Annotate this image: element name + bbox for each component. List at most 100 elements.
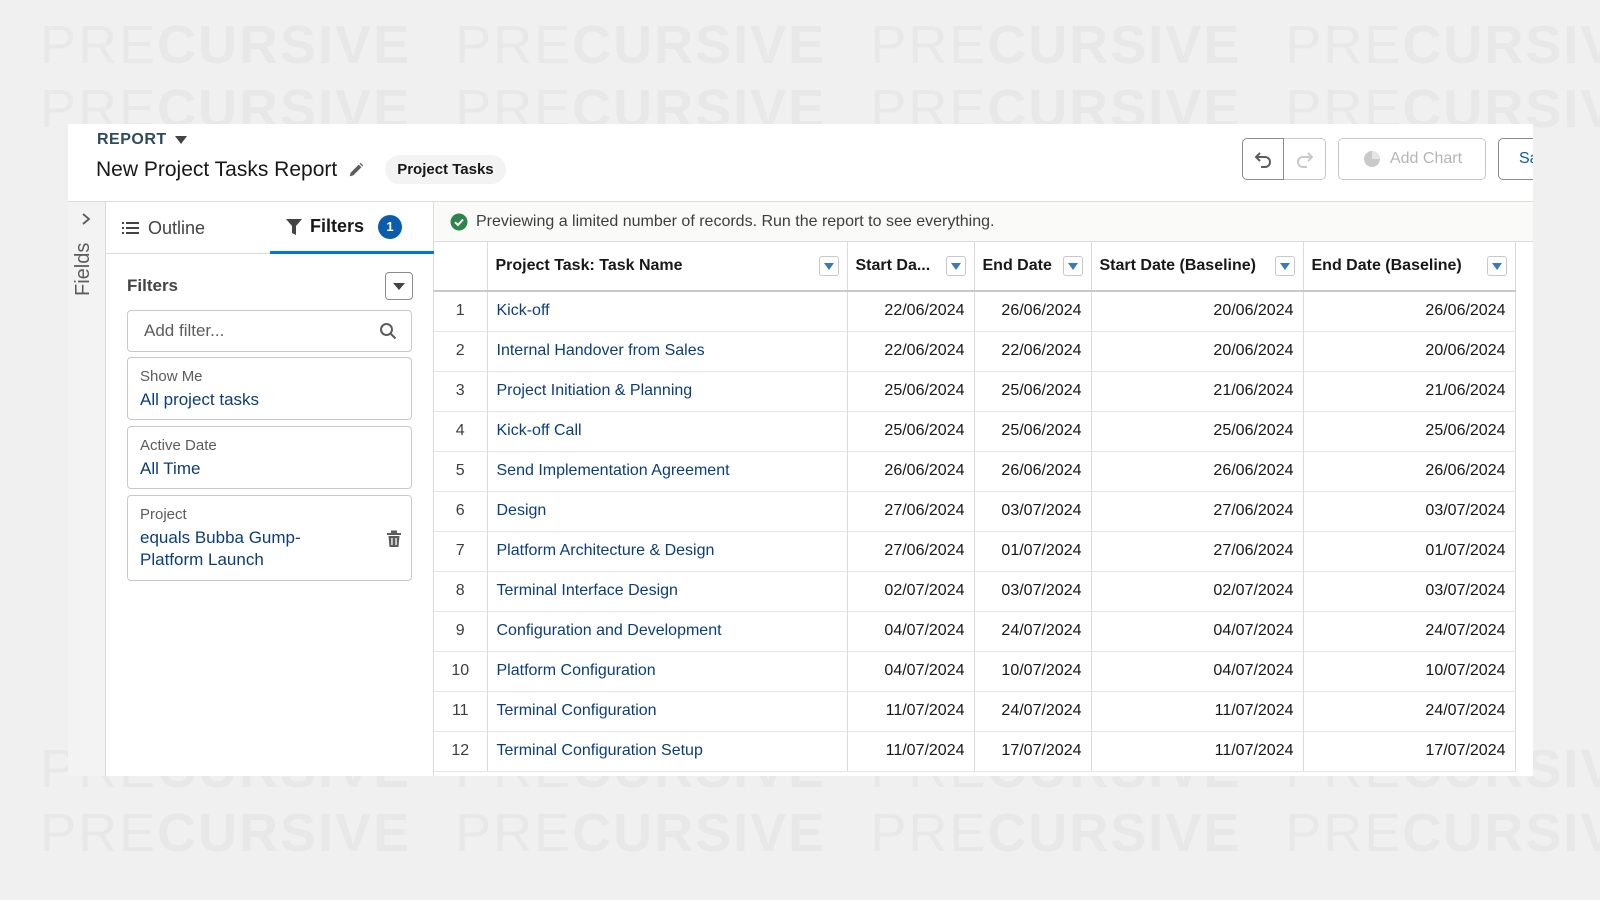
column-menu-button[interactable] (818, 256, 839, 276)
column-header-start-date[interactable]: Start Da... (847, 242, 975, 292)
baseline-end-cell: 24/07/2024 (1303, 611, 1516, 652)
object-type-menu[interactable]: REPORT (97, 131, 187, 149)
watermark-text: CURSIVE (987, 15, 1242, 75)
chevron-down-icon (393, 282, 405, 290)
filter-card-show-me[interactable]: Show Me All project tasks (127, 357, 412, 420)
task-name-cell[interactable]: Design (487, 491, 848, 532)
row-number: 8 (434, 571, 488, 612)
table-row[interactable]: 1 Kick-off 22/06/2024 26/06/2024 20/06/2024 2… (434, 291, 1516, 332)
start-date-cell: 04/07/2024 (847, 651, 975, 692)
task-name-cell[interactable]: Kick-off (487, 291, 848, 332)
table-row[interactable]: 3 Project Initiation & Planning 25/06/2024… (434, 371, 1516, 412)
watermark-text: CURSIVE (987, 803, 1242, 863)
end-date-cell: 10/07/2024 (974, 651, 1092, 692)
watermark-row: PRECURSIVEPRECURSIVEPRECURSIVEPRECURSIVE (40, 802, 1600, 864)
redo-button[interactable] (1284, 138, 1326, 180)
preview-banner: Previewing a limited number of records. … (434, 202, 1533, 242)
column-menu-button[interactable] (1274, 256, 1295, 276)
baseline-start-cell: 11/07/2024 (1091, 731, 1304, 772)
tab-outline[interactable]: Outline (122, 202, 205, 254)
table-row[interactable]: 7 Platform Architecture & Design 27/06/202… (434, 531, 1516, 572)
table-row[interactable]: 2 Internal Handover from Sales 22/06/2024 2… (434, 331, 1516, 372)
column-header-end-date[interactable]: End Date (974, 242, 1092, 292)
chevron-right-icon[interactable] (80, 212, 92, 226)
table-row[interactable]: 12 Terminal Configuration Setup 11/07/2024… (434, 731, 1516, 772)
column-header-label: Start Da... (855, 257, 931, 274)
baseline-end-cell: 10/07/2024 (1303, 651, 1516, 692)
column-menu-button[interactable] (1486, 256, 1507, 276)
table-row[interactable]: 5 Send Implementation Agreement 26/06/2024… (434, 451, 1516, 492)
filters-menu-button[interactable] (385, 272, 413, 300)
column-menu-button[interactable] (1062, 256, 1083, 276)
watermark-text: PRE (40, 15, 158, 75)
watermark-text: PRE (1285, 803, 1403, 863)
tab-filters[interactable]: Filters 1 (270, 202, 434, 254)
task-name-cell[interactable]: Terminal Configuration (487, 691, 848, 732)
table-row[interactable]: 9 Configuration and Development 04/07/2024… (434, 611, 1516, 652)
table-row[interactable]: 4 Kick-off Call 25/06/2024 25/06/2024 25/06/… (434, 411, 1516, 452)
task-name-cell[interactable]: Platform Configuration (487, 651, 848, 692)
row-number-header (434, 242, 488, 292)
row-number: 6 (434, 491, 488, 532)
preview-message: Previewing a limited number of records. … (476, 212, 995, 230)
table-row[interactable]: 11 Terminal Configuration 11/07/2024 24/07/… (434, 691, 1516, 732)
task-name-cell[interactable]: Internal Handover from Sales (487, 331, 848, 372)
end-date-cell: 01/07/2024 (974, 531, 1092, 572)
column-header-end-date-baseline[interactable]: End Date (Baseline) (1303, 242, 1516, 292)
row-number: 7 (434, 531, 488, 572)
baseline-start-cell: 04/07/2024 (1091, 611, 1304, 652)
edit-pencil-icon[interactable] (347, 161, 365, 179)
baseline-start-cell: 20/06/2024 (1091, 291, 1304, 332)
column-menu-button[interactable] (945, 256, 966, 276)
baseline-end-cell: 03/07/2024 (1303, 491, 1516, 532)
row-number: 11 (434, 691, 488, 732)
add-filter-input[interactable] (144, 321, 364, 341)
task-name-cell[interactable]: Configuration and Development (487, 611, 848, 652)
table-row[interactable]: 8 Terminal Interface Design 02/07/2024 03/0… (434, 571, 1516, 612)
filter-value: equals Bubba Gump-Platform Launch (140, 528, 301, 569)
row-number: 9 (434, 611, 488, 652)
save-button[interactable]: Sa (1498, 138, 1533, 180)
baseline-end-cell: 24/07/2024 (1303, 691, 1516, 732)
task-name-cell[interactable]: Send Implementation Agreement (487, 451, 848, 492)
fields-rail[interactable]: Fields (68, 202, 106, 776)
chevron-down-icon (823, 262, 834, 270)
add-chart-label: Add Chart (1389, 150, 1463, 167)
task-name-cell[interactable]: Platform Architecture & Design (487, 531, 848, 572)
filter-value: All Time (140, 459, 201, 478)
trash-icon[interactable] (386, 530, 402, 548)
chart-icon (1363, 151, 1380, 167)
end-date-cell: 25/06/2024 (974, 411, 1092, 452)
task-name-cell[interactable]: Kick-off Call (487, 411, 848, 452)
end-date-cell: 25/06/2024 (974, 371, 1092, 412)
end-date-cell: 22/06/2024 (974, 331, 1092, 372)
task-name-cell[interactable]: Project Initiation & Planning (487, 371, 848, 412)
filter-card-project[interactable]: Project equals Bubba Gump-Platform Launc… (127, 495, 412, 581)
end-date-cell: 03/07/2024 (974, 571, 1092, 612)
add-filter-field[interactable] (127, 310, 412, 352)
watermark-text: PRE (455, 803, 573, 863)
start-date-cell: 22/06/2024 (847, 331, 975, 372)
column-header-task-name[interactable]: Project Task: Task Name (487, 242, 848, 292)
chevron-down-icon (1491, 262, 1502, 270)
table-row[interactable]: 6 Design 27/06/2024 03/07/2024 27/06/2024 03/… (434, 491, 1516, 532)
baseline-end-cell: 20/06/2024 (1303, 331, 1516, 372)
table-row[interactable]: 10 Platform Configuration 04/07/2024 10/07/… (434, 651, 1516, 692)
report-table: Project Task: Task Name Start Da... End … (434, 242, 1516, 772)
watermark-row: PRECURSIVEPRECURSIVEPRECURSIVEPRECURSIVE (40, 14, 1600, 76)
column-header-start-date-baseline[interactable]: Start Date (Baseline) (1091, 242, 1304, 292)
row-number: 3 (434, 371, 488, 412)
baseline-end-cell: 03/07/2024 (1303, 571, 1516, 612)
filter-label: Project (140, 506, 187, 523)
row-number: 4 (434, 411, 488, 452)
task-name-cell[interactable]: Terminal Interface Design (487, 571, 848, 612)
undo-icon (1254, 152, 1271, 168)
object-type-label: REPORT (97, 131, 167, 148)
filter-card-active-date[interactable]: Active Date All Time (127, 426, 412, 489)
undo-button[interactable] (1242, 138, 1284, 180)
add-chart-button[interactable]: Add Chart (1338, 138, 1486, 180)
save-label: Sa (1519, 150, 1533, 167)
task-name-cell[interactable]: Terminal Configuration Setup (487, 731, 848, 772)
baseline-start-cell: 26/06/2024 (1091, 451, 1304, 492)
chevron-down-icon (1067, 262, 1078, 270)
